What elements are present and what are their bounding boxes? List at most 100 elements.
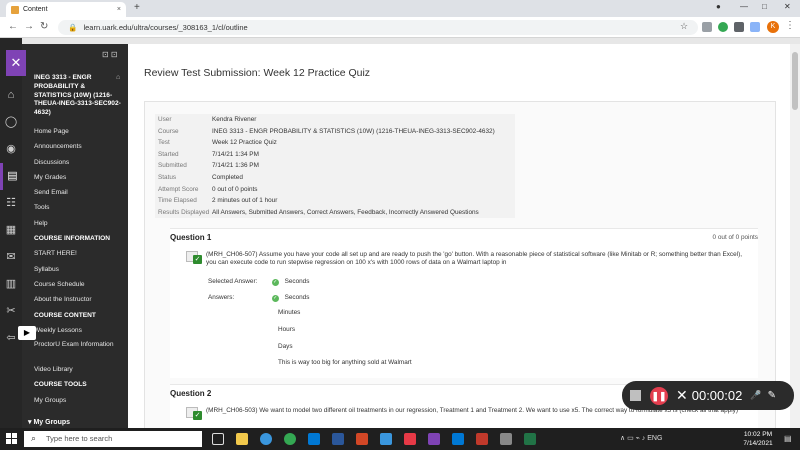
stop-recording-button[interactable]: [630, 390, 641, 401]
url-text: learn.uark.edu/ultra/courses/_308163_1/c…: [83, 23, 248, 32]
microphone-icon[interactable]: 🎤: [750, 390, 761, 401]
courses-icon[interactable]: ▤: [0, 163, 22, 190]
course-menu-item[interactable]: Help: [34, 216, 126, 231]
info-row: Submitted 7/14/21 1:36 PM: [155, 160, 515, 172]
info-label: Attempt Score: [158, 185, 199, 193]
info-row: User Kendra Rivener: [155, 114, 515, 126]
course-menu-item[interactable]: About the Instructor: [34, 292, 126, 307]
course-menu-list: Home Page Announcements Discussions My Grad…: [34, 124, 126, 408]
info-label: Time Elapsed: [158, 197, 197, 205]
store-icon[interactable]: [308, 433, 320, 445]
question-title: Question 1: [170, 233, 212, 242]
app-icon[interactable]: [428, 433, 440, 445]
excel-icon[interactable]: [524, 433, 536, 445]
main-scrollbar-thumb[interactable]: [792, 52, 798, 110]
profile-avatar[interactable]: K: [767, 21, 779, 33]
home-icon[interactable]: ⌂: [116, 74, 120, 81]
teams-icon[interactable]: [452, 433, 464, 445]
info-label: Submitted: [158, 162, 187, 170]
course-menu-item[interactable]: Home Page: [34, 124, 126, 139]
info-value: INEG 3313 - ENGR PROBABILITY & STATISTIC…: [212, 127, 495, 135]
course-menu-item[interactable]: START HERE!: [34, 246, 126, 261]
institution-icon[interactable]: ⌂: [0, 82, 22, 109]
calendar-icon[interactable]: ▦: [0, 217, 22, 244]
video-play-icon[interactable]: ▶: [18, 326, 36, 340]
course-menu-item[interactable]: Tools: [34, 200, 126, 215]
my-groups-header[interactable]: ▾ My Groups: [28, 418, 70, 426]
activity-icon[interactable]: ◉: [0, 136, 22, 163]
course-menu-item[interactable]: Course Schedule: [34, 277, 126, 292]
window-close-button[interactable]: ✕: [784, 2, 791, 11]
answer-option: Hours: [278, 326, 296, 333]
reload-button[interactable]: ↻: [40, 21, 48, 32]
app-icon[interactable]: [404, 433, 416, 445]
task-view-icon[interactable]: [212, 433, 224, 445]
page-title: Review Test Submission: Week 12 Practice…: [144, 67, 371, 79]
tab-title: Content: [23, 6, 48, 13]
correct-answer-icon: ✓: [186, 407, 202, 421]
info-label: Started: [158, 150, 179, 158]
check-icon: ✓: [271, 279, 279, 286]
window-maximize-button[interactable]: □: [762, 2, 767, 11]
back-button[interactable]: ←: [8, 21, 18, 32]
cancel-recording-button[interactable]: ✕: [676, 387, 688, 404]
course-menu-item[interactable]: Weekly Lessons: [34, 323, 126, 338]
edge-icon[interactable]: [260, 433, 272, 445]
info-value: 7/14/21 1:36 PM: [212, 162, 259, 170]
course-menu-item[interactable]: Syllabus: [34, 262, 126, 277]
pen-icon[interactable]: ✎: [768, 390, 776, 401]
course-menu-item[interactable]: ProctorU Exam Information: [34, 338, 126, 362]
word-icon[interactable]: [332, 433, 344, 445]
course-title[interactable]: INEG 3313 - ENGR PROBABILITY & STATISTIC…: [34, 74, 124, 118]
profile-icon[interactable]: ◯: [0, 109, 22, 136]
tab-close-icon[interactable]: ×: [117, 6, 121, 13]
window-minimize-button[interactable]: —: [740, 2, 748, 11]
answers-label: Answers:: [208, 294, 235, 301]
forward-button[interactable]: →: [24, 21, 34, 32]
course-menu-section-header: COURSE INFORMATION: [34, 235, 111, 243]
notification-icon[interactable]: ▤: [784, 434, 792, 443]
course-menu-item[interactable]: Discussions: [34, 155, 126, 170]
new-tab-button[interactable]: +: [134, 2, 140, 13]
search-placeholder: Type here to search: [46, 434, 113, 443]
app-icon[interactable]: [476, 433, 488, 445]
chrome-icon[interactable]: [284, 433, 296, 445]
tools-icon[interactable]: ✂: [0, 298, 22, 325]
info-row: Attempt Score 0 out of 0 points: [155, 184, 515, 196]
organizations-icon[interactable]: ☷: [0, 190, 22, 217]
course-menu-item[interactable]: Announcements: [34, 139, 126, 154]
window-minimize-icon[interactable]: ●: [716, 2, 721, 11]
course-menu-item[interactable]: Send Email: [34, 185, 126, 200]
info-value: Kendra Rivener: [212, 116, 257, 123]
browser-tab[interactable]: Content ×: [6, 2, 126, 17]
pause-recording-button[interactable]: ❚❚: [650, 386, 668, 405]
extension-icon[interactable]: [702, 22, 712, 32]
taskbar-search-input[interactable]: ⌕ Type here to search: [24, 431, 202, 447]
taskbar-clock[interactable]: 10:02 PM 7/14/2021: [738, 430, 778, 448]
url-input[interactable]: 🔒 learn.uark.edu/ultra/courses/_308163_1…: [58, 20, 698, 35]
file-explorer-icon[interactable]: [236, 433, 248, 445]
question-1: Question 1 0 out of 0 points ✓ (MRH_CH06…: [170, 228, 758, 378]
extensions-puzzle-icon[interactable]: [750, 22, 760, 32]
grades-icon[interactable]: ▥: [0, 271, 22, 298]
extension-icon[interactable]: [734, 22, 744, 32]
messages-icon[interactable]: ✉: [0, 244, 22, 271]
powerpoint-icon[interactable]: [356, 433, 368, 445]
app-icon[interactable]: [500, 433, 512, 445]
settings-icon[interactable]: [380, 433, 392, 445]
answer-option: Minutes: [278, 309, 301, 316]
course-menu-item[interactable]: Video Library: [34, 362, 126, 377]
info-label: Status: [158, 173, 177, 181]
course-menu-tools-icon[interactable]: ⊡ ⊡: [102, 50, 118, 59]
lock-icon: 🔒: [68, 23, 78, 32]
extension-icon[interactable]: [718, 22, 728, 32]
bookmark-star-icon[interactable]: ☆: [680, 21, 688, 32]
main-content: Review Test Submission: Week 12 Practice…: [128, 44, 790, 428]
windows-start-icon[interactable]: [6, 433, 17, 444]
course-menu-item[interactable]: My Grades: [34, 170, 126, 185]
browser-tab-bar: Content × + ● — □ ✕: [0, 0, 800, 17]
system-tray[interactable]: ∧ ▭ ⌁ ♪ ENG: [620, 434, 662, 442]
close-course-button[interactable]: ✕: [6, 50, 26, 76]
browser-menu-icon[interactable]: ⋮: [785, 20, 795, 31]
course-menu-item[interactable]: My Groups: [34, 393, 126, 408]
